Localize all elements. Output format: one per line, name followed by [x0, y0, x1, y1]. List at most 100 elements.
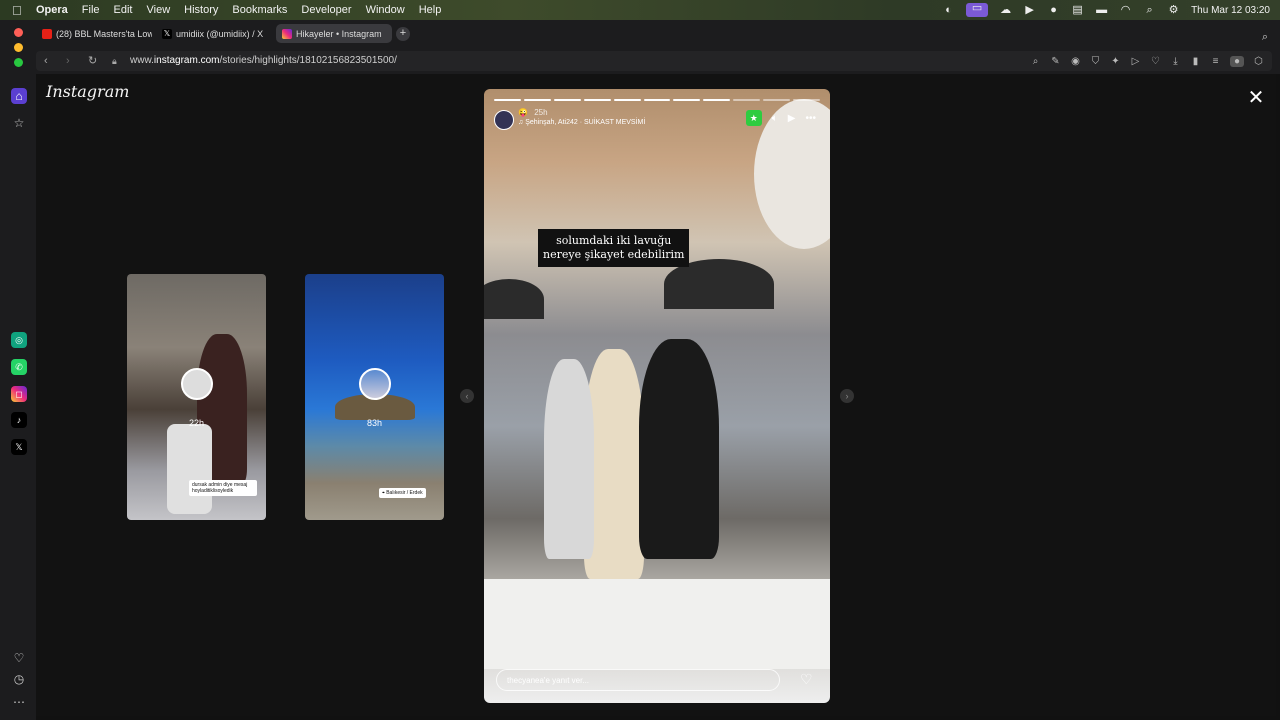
apple-icon[interactable]: 	[12, 3, 26, 18]
volume-icon[interactable]: 🔈︎	[772, 113, 778, 124]
story-time: 😜 25h	[518, 108, 548, 117]
caption-line: nereye şikayet edebilirim	[543, 248, 685, 261]
cloud-icon[interactable]: ☁	[999, 4, 1012, 16]
like-heart-icon[interactable]: ♡	[800, 671, 813, 688]
search-icon[interactable]: ⌕	[1143, 4, 1156, 16]
story-time: 22h	[188, 418, 205, 428]
extension-icon[interactable]: ✦	[1110, 56, 1121, 67]
tab-youtube[interactable]: (28) BBL Masters'ta Low	[36, 24, 152, 43]
avatar[interactable]	[494, 110, 514, 130]
keyboard-icon[interactable]: ▤	[1071, 4, 1084, 16]
datetime[interactable]: Thu Mar 12 03:20	[1191, 5, 1270, 16]
tab-search-icon[interactable]: ⌕	[1262, 31, 1268, 44]
shield-icon[interactable]: ⛉	[1090, 56, 1101, 67]
photo-person	[639, 339, 719, 559]
close-window-icon[interactable]	[14, 28, 23, 37]
user-icon[interactable]: ●	[1047, 4, 1060, 16]
cube-icon[interactable]: ⬡	[1253, 56, 1264, 67]
active-story[interactable]: 😜 25h ♫ Şehinşah, Ati242 · SUİKAST MEVSİ…	[484, 89, 830, 703]
progress-segment	[763, 99, 791, 101]
progress-segment	[673, 99, 701, 101]
menu-opera[interactable]: Opera	[36, 4, 68, 16]
wifi-icon[interactable]: ◠	[1119, 4, 1132, 16]
new-tab-button[interactable]: +	[396, 27, 410, 41]
reload-button[interactable]: ↻	[88, 51, 97, 71]
forward-button[interactable]: ›	[66, 51, 70, 71]
history-icon[interactable]: ◷	[11, 671, 27, 687]
avatar	[359, 368, 391, 400]
battery-icon[interactable]: ▬	[1095, 4, 1108, 16]
progress-segment	[643, 99, 671, 101]
opera-sidebar: ⌂ ☆ ◎ ✆ ◻ ♪ 𝕏 ♡ ◷ ⋯	[0, 74, 36, 720]
camera-icon[interactable]: ◉	[1070, 56, 1081, 67]
x-icon[interactable]: 𝕏	[11, 439, 27, 455]
menu-edit[interactable]: Edit	[114, 4, 133, 16]
avatar	[181, 368, 213, 400]
emoji-icon: 😜	[518, 108, 528, 117]
progress-segment	[793, 99, 820, 101]
lock-icon[interactable]: 🔒︎	[112, 51, 117, 71]
chatgpt-icon[interactable]: ◎	[11, 332, 27, 348]
photo-person	[544, 359, 594, 559]
caption-line: solumdaki iki lavuğu	[556, 234, 672, 247]
minimize-window-icon[interactable]	[14, 43, 23, 52]
url-field[interactable]: www.instagram.com/stories/highlights/181…	[130, 51, 397, 71]
story-header: 😜 25h ♫ Şehinşah, Ati242 · SUİKAST MEVSİ…	[494, 107, 820, 131]
profile-icon[interactable]: ●	[1230, 55, 1244, 67]
photo-table	[484, 579, 830, 669]
tiktok-icon[interactable]: ♪	[11, 412, 27, 428]
home-icon[interactable]: ⌂	[11, 88, 27, 104]
menu-icon[interactable]: ≡	[1210, 56, 1221, 67]
play-icon[interactable]: ▶	[1023, 4, 1036, 16]
star-icon[interactable]: ☆	[11, 115, 27, 131]
address-bar-actions: ⌕ ✎ ◉ ⛉ ✦ ▷ ♡ ⤓ ▮ ≡ ● ⬡	[1030, 51, 1264, 71]
menu-file[interactable]: File	[82, 4, 100, 16]
heart-icon[interactable]: ♡	[1150, 56, 1161, 67]
menu-developer[interactable]: Developer	[301, 4, 351, 16]
story-caption: solumdaki iki lavuğu nereye şikayet edeb…	[538, 229, 690, 267]
menu-bookmarks[interactable]: Bookmarks	[232, 4, 287, 16]
download-icon[interactable]: ⤓	[1170, 56, 1181, 67]
status-icon[interactable]: ◐	[942, 4, 955, 16]
tab-x[interactable]: 𝕏 umidiix (@umidiix) / X	[156, 24, 272, 43]
whatsapp-icon[interactable]: ✆	[11, 359, 27, 375]
menu-window[interactable]: Window	[366, 4, 405, 16]
battery-saver-icon[interactable]: ▮	[1190, 56, 1201, 67]
story-thumbnail[interactable]: 22h dursak admin diye mesaj hoyladitikli…	[127, 274, 266, 520]
zoom-window-icon[interactable]	[14, 58, 23, 67]
next-story-arrow[interactable]: ›	[840, 389, 854, 403]
control-center-icon[interactable]: ⚙	[1167, 4, 1180, 16]
url-prefix: www.	[130, 55, 154, 66]
screen-icon[interactable]: ▭	[966, 3, 989, 17]
youtube-icon	[42, 28, 52, 39]
menu-help[interactable]: Help	[419, 4, 442, 16]
reply-input[interactable]: thecyanea'e yanıt ver...	[496, 669, 780, 691]
find-icon[interactable]: ⌕	[1030, 56, 1041, 67]
edit-icon[interactable]: ✎	[1050, 56, 1061, 67]
url-domain: instagram.com	[153, 55, 220, 66]
close-friends-star-icon[interactable]: ★	[745, 110, 762, 126]
address-bar: ‹ › ↻ 🔒︎ www.instagram.com/stories/highl…	[36, 51, 1272, 71]
story-time: 83h	[366, 418, 383, 428]
progress-segment	[523, 99, 551, 101]
back-button[interactable]: ‹	[44, 51, 48, 71]
photo-lamp	[484, 279, 544, 319]
progress-segment	[494, 99, 521, 101]
play-icon[interactable]: ▶	[788, 113, 796, 124]
close-icon[interactable]: ✕	[1246, 88, 1266, 108]
story-thumbnail[interactable]: 83h ⌖ Balıkesir / Erdek	[305, 274, 444, 520]
more-icon[interactable]: •••	[805, 113, 816, 124]
heart-icon[interactable]: ♡	[11, 650, 27, 666]
more-icon[interactable]: ⋯	[11, 694, 27, 710]
menu-history[interactable]: History	[184, 4, 218, 16]
previous-story-arrow[interactable]: ‹	[460, 389, 474, 403]
story-sticker: dursak admin diye mesaj hoyladitiklisoyl…	[189, 480, 257, 496]
tab-instagram[interactable]: Hikayeler • Instagram	[276, 24, 392, 43]
instagram-logo[interactable]: Instagram	[46, 82, 129, 101]
tab-label: (28) BBL Masters'ta Low	[56, 28, 152, 39]
menu-view[interactable]: View	[147, 4, 171, 16]
send-icon[interactable]: ▷	[1130, 56, 1141, 67]
instagram-icon[interactable]: ◻	[11, 386, 27, 402]
story-music[interactable]: ♫ Şehinşah, Ati242 · SUİKAST MEVSİMİ	[518, 119, 645, 126]
url-path: /stories/highlights/18102156823501500/	[219, 55, 397, 66]
